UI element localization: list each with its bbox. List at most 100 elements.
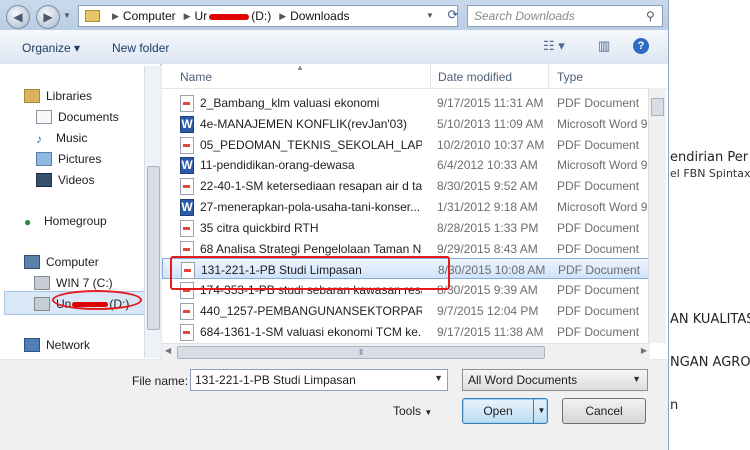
column-divider[interactable] <box>548 64 549 88</box>
scroll-left-icon[interactable]: ◀ <box>165 346 171 355</box>
pdf-icon <box>180 323 194 341</box>
back-button[interactable]: ◀ <box>6 5 30 29</box>
bg-text-3: AN KUALITAS <box>670 312 750 327</box>
refresh-icon[interactable]: ⟳ <box>441 5 465 25</box>
breadcrumb-drive-d[interactable]: Ur (D:) <box>195 9 272 23</box>
file-name-value: 131-221-1-PB Studi Limpasan <box>195 373 356 387</box>
file-row[interactable]: 440_1257-PEMBANGUNANSEKTORPARI... 9/7/201… <box>162 300 652 321</box>
file-row[interactable]: 684-1361-1-SM valuasi ekonomi TCM ke... 9… <box>162 321 652 342</box>
file-row[interactable]: W 4e-MANAJEMEN KONFLIK(revJan'03) 5/10/201… <box>162 113 652 134</box>
file-type-cell: PDF Document <box>557 324 640 339</box>
scrollbar-thumb[interactable]: ⦀ <box>177 346 545 359</box>
open-button[interactable]: Open ▼ <box>462 398 548 424</box>
scroll-right-icon[interactable]: ▶ <box>641 346 647 355</box>
bg-text-5: n <box>670 398 679 413</box>
file-name-label: File name: <box>132 374 189 388</box>
file-row[interactable]: W 27-menerapkan-pola-usaha-tani-konser...… <box>162 196 652 217</box>
bg-text-2: el FBN Spintax <box>670 167 750 180</box>
file-date-cell: 10/2/2010 10:37 AM <box>437 137 545 152</box>
nav-drive-c[interactable]: WIN 7 (C:) <box>34 276 113 290</box>
redaction-mark <box>209 13 250 20</box>
recent-pages-chevron-icon[interactable]: ▼ <box>63 11 71 20</box>
file-name-dropdown-icon[interactable]: ▼ <box>434 373 443 383</box>
breadcrumb-downloads[interactable]: Downloads <box>290 9 349 23</box>
nav-music[interactable]: ♪ Music <box>36 131 88 146</box>
libraries-icon <box>24 89 40 103</box>
nav-network[interactable]: Network <box>24 338 90 352</box>
navigation-pane: Libraries Documents ♪ Music Pictures Vide… <box>0 64 160 359</box>
nav-computer[interactable]: Computer <box>24 255 99 269</box>
help-icon[interactable]: ? <box>633 38 649 54</box>
file-row[interactable]: 22-40-1-SM ketersediaan resapan air d ta… <box>162 175 652 196</box>
breadcrumb-separator-icon[interactable]: ▶ <box>279 11 286 22</box>
column-date-modified[interactable]: Date modified <box>438 70 512 84</box>
pdf-icon <box>180 303 194 320</box>
tools-button[interactable]: Tools ▼ <box>393 404 432 418</box>
file-list: ▲ Name Date modified Type 2_Bambang_klm … <box>162 63 668 359</box>
back-arrow-icon: ◀ <box>13 10 23 24</box>
pdf-icon <box>180 178 194 196</box>
organize-button[interactable]: Organize ▾ <box>22 41 80 55</box>
file-list-horizontal-scrollbar[interactable]: ◀ ⦀ ▶ <box>162 343 650 360</box>
file-list-vertical-scrollbar[interactable] <box>648 88 666 343</box>
scrollbar-thumb[interactable] <box>147 166 160 330</box>
column-divider[interactable] <box>430 64 431 88</box>
annotation-highlight-box <box>170 256 450 290</box>
nav-computer-label: Computer <box>46 255 99 269</box>
nav-pictures[interactable]: Pictures <box>36 152 101 166</box>
word-icon: W <box>180 157 194 175</box>
file-row[interactable]: 35 citra quickbird RTH 8/28/2015 1:33 PM P… <box>162 217 652 238</box>
nav-libraries[interactable]: Libraries <box>24 89 92 103</box>
computer-icon <box>24 255 40 269</box>
nav-documents[interactable]: Documents <box>36 110 119 124</box>
column-type[interactable]: Type <box>557 70 583 84</box>
nav-videos[interactable]: Videos <box>36 173 94 187</box>
file-type-filter[interactable]: All Word Documents ▼ <box>462 369 648 391</box>
file-type-cell: Microsoft Word 9 <box>557 116 648 131</box>
file-row[interactable]: 2_Bambang_klm valuasi ekonomi 9/17/2015 1… <box>162 92 652 113</box>
nav-pane-scrollbar[interactable] <box>144 66 161 358</box>
folder-icon <box>85 10 100 22</box>
forward-button[interactable]: ▶ <box>36 5 60 29</box>
file-name-input[interactable]: 131-221-1-PB Studi Limpasan ▼ <box>190 369 448 391</box>
drive-d-suffix-label: (D:) <box>251 9 272 23</box>
file-row[interactable]: W 11-pendidikan-orang-dewasa 6/4/2012 10:3… <box>162 154 652 175</box>
sort-ascending-icon: ▲ <box>296 63 304 72</box>
nav-videos-label: Videos <box>58 173 95 187</box>
breadcrumb-separator-icon[interactable]: ▶ <box>112 11 119 22</box>
search-icon[interactable]: ⚲ <box>646 9 662 23</box>
file-name-cell: 2_Bambang_klm valuasi ekonomi <box>200 96 380 110</box>
file-type-cell: PDF Document <box>557 220 640 235</box>
file-row[interactable]: 05_PEDOMAN_TEKNIS_SEKOLAH_LAPAN... 10/2/2… <box>162 134 652 155</box>
forward-arrow-icon: ▶ <box>43 10 53 24</box>
view-options-icon[interactable]: ☷ ▾ <box>543 38 565 54</box>
breadcrumb-computer[interactable]: Computer <box>123 9 176 23</box>
scrollbar-thumb[interactable] <box>651 98 664 116</box>
nav-pictures-label: Pictures <box>58 152 102 166</box>
documents-icon <box>36 110 52 124</box>
breadcrumb-separator-icon[interactable]: ▶ <box>184 11 191 22</box>
bg-text-1: endirian Per <box>670 150 749 165</box>
preview-pane-icon[interactable]: ▥ <box>598 38 610 54</box>
search-input[interactable]: Search Downloads ⚲ <box>467 5 663 27</box>
file-date-cell: 9/17/2015 11:38 AM <box>437 324 544 339</box>
pdf-icon <box>180 136 194 154</box>
file-name-cell: 440_1257-PEMBANGUNANSEKTORPARI... <box>200 304 422 318</box>
nav-homegroup[interactable]: ● Homegroup <box>24 214 107 229</box>
nav-music-label: Music <box>56 131 88 145</box>
column-name[interactable]: Name <box>180 70 212 84</box>
chevron-down-icon: ▼ <box>424 408 433 417</box>
file-type-filter-value: All Word Documents <box>468 373 578 387</box>
new-folder-button[interactable]: New folder <box>112 41 169 55</box>
file-name-cell: 684-1361-1-SM valuasi ekonomi TCM ke... <box>200 324 422 339</box>
address-history-chevron-icon[interactable]: ▼ <box>426 11 434 20</box>
address-bar[interactable]: ▶ Computer ▶ Ur (D:) ▶ Downloads <box>78 5 458 27</box>
drive-icon <box>34 297 50 311</box>
file-type-cell: PDF Document <box>557 96 640 110</box>
file-date-cell: 9/7/2015 12:04 PM <box>437 304 539 318</box>
open-split-dropdown-icon[interactable]: ▼ <box>533 399 549 423</box>
pdf-icon <box>180 95 194 112</box>
file-type-cell: PDF Document <box>557 241 640 256</box>
cancel-button[interactable]: Cancel <box>562 398 646 424</box>
file-date-cell: 6/4/2012 10:33 AM <box>437 158 538 173</box>
